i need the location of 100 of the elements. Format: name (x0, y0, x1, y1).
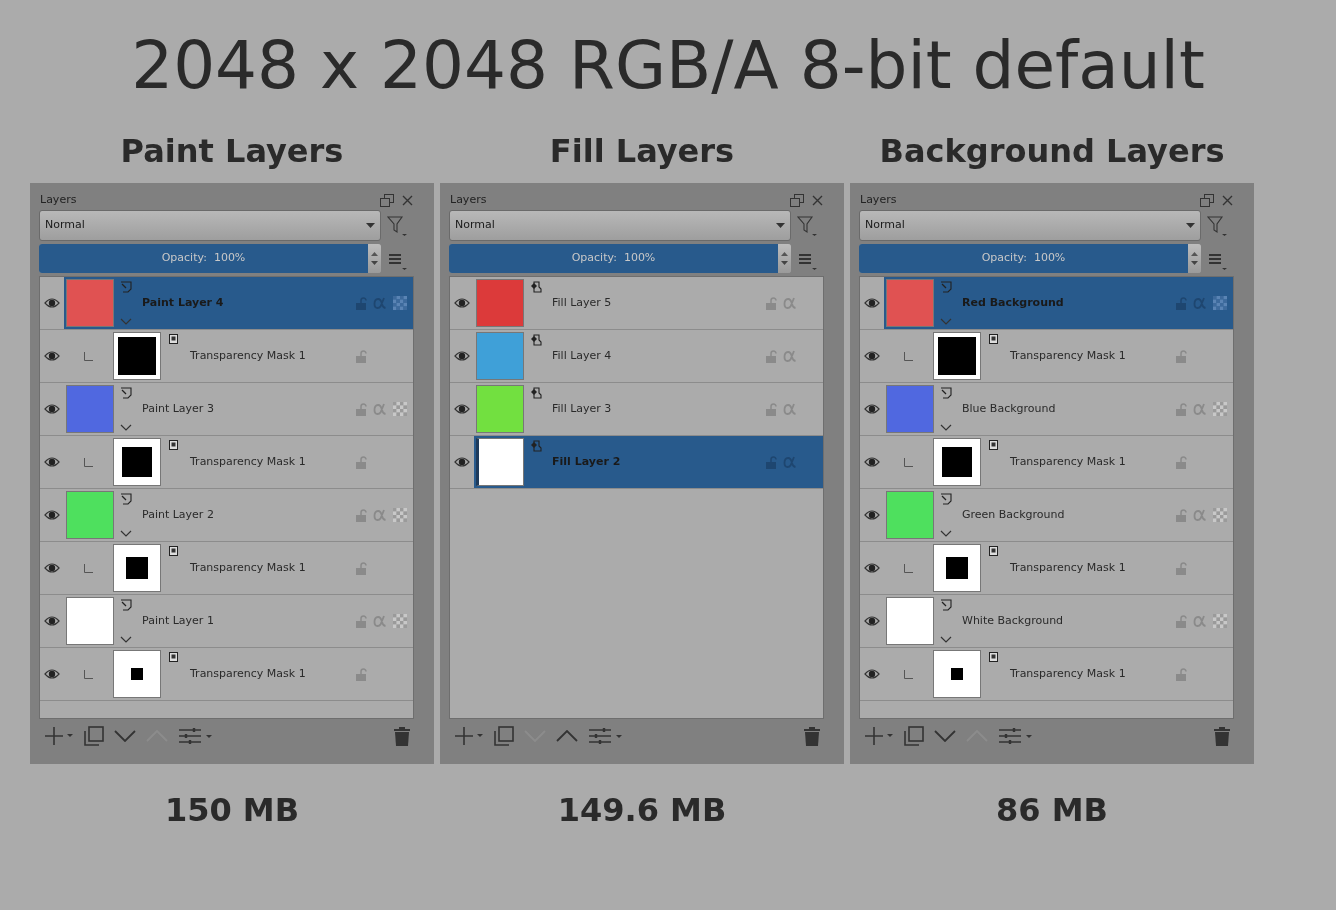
mask-icon (168, 652, 178, 662)
spin-down-icon[interactable] (371, 261, 378, 265)
float-icon[interactable] (380, 193, 394, 207)
mask-thumbnail (113, 544, 161, 592)
checkerboard-icon[interactable] (393, 402, 407, 416)
duplicate-icon[interactable] (904, 726, 924, 746)
layer-row[interactable]: Blue Background (860, 383, 1233, 436)
checkerboard-icon[interactable] (1213, 614, 1227, 628)
move-down-icon[interactable] (934, 730, 956, 742)
spin-up-icon[interactable] (1191, 252, 1198, 256)
layer-row[interactable]: Paint Layer 3 (40, 383, 413, 436)
properties-icon[interactable] (178, 727, 212, 745)
opacity-slider[interactable]: Opacity: 100% (449, 244, 791, 273)
layer-row[interactable]: Paint Layer 1 (40, 595, 413, 648)
trash-icon[interactable] (1213, 726, 1231, 746)
child-connector-icon (904, 563, 913, 573)
filter-icon[interactable] (1207, 214, 1227, 237)
eye-icon[interactable] (454, 350, 470, 362)
mask-row[interactable]: Transparency Mask 1 (40, 330, 413, 383)
close-icon[interactable] (402, 194, 413, 206)
spin-up-icon[interactable] (371, 252, 378, 256)
spin-down-icon[interactable] (781, 261, 788, 265)
mask-row[interactable]: Transparency Mask 1 (40, 542, 413, 595)
duplicate-icon[interactable] (84, 726, 104, 746)
close-icon[interactable] (1222, 194, 1233, 206)
mask-row[interactable]: Transparency Mask 1 (860, 542, 1233, 595)
trash-icon[interactable] (803, 726, 821, 746)
chevron-down-icon[interactable] (940, 530, 952, 537)
mask-icon (168, 440, 178, 450)
eye-icon[interactable] (44, 456, 60, 468)
close-icon[interactable] (812, 194, 823, 206)
eye-icon[interactable] (454, 297, 470, 309)
layer-row[interactable]: Paint Layer 2 (40, 489, 413, 542)
chevron-down-icon[interactable] (120, 636, 132, 643)
eye-icon[interactable] (44, 350, 60, 362)
layer-row[interactable]: Green Background (860, 489, 1233, 542)
properties-icon[interactable] (998, 727, 1032, 745)
eye-icon[interactable] (454, 403, 470, 415)
chevron-down-icon[interactable] (940, 424, 952, 431)
layer-row[interactable]: Fill Layer 3 (450, 383, 823, 436)
chevron-down-icon[interactable] (940, 636, 952, 643)
checkerboard-icon[interactable] (393, 508, 407, 522)
eye-icon[interactable] (44, 297, 60, 309)
add-icon[interactable] (864, 726, 894, 746)
eye-icon[interactable] (44, 509, 60, 521)
checkerboard-icon[interactable] (1213, 402, 1227, 416)
duplicate-icon[interactable] (494, 726, 514, 746)
eye-icon[interactable] (44, 615, 60, 627)
child-connector-icon (84, 457, 93, 467)
layer-row[interactable]: Fill Layer 5 (450, 277, 823, 330)
mask-row[interactable]: Transparency Mask 1 (40, 648, 413, 701)
spin-up-icon[interactable] (781, 252, 788, 256)
opacity-slider[interactable]: Opacity: 100% (859, 244, 1201, 273)
eye-icon[interactable] (864, 456, 880, 468)
mask-row[interactable]: Transparency Mask 1 (860, 436, 1233, 489)
chevron-down-icon[interactable] (120, 424, 132, 431)
opacity-slider[interactable]: Opacity: 100% (39, 244, 381, 273)
eye-icon[interactable] (864, 403, 880, 415)
layer-name: Paint Layer 3 (142, 400, 214, 417)
eye-icon[interactable] (864, 350, 880, 362)
filter-icon[interactable] (387, 214, 407, 237)
eye-icon[interactable] (864, 562, 880, 574)
mask-row[interactable]: Transparency Mask 1 (860, 648, 1233, 701)
layer-name: Transparency Mask 1 (1010, 347, 1126, 364)
layer-row[interactable]: Fill Layer 4 (450, 330, 823, 383)
spin-down-icon[interactable] (1191, 261, 1198, 265)
checkerboard-icon[interactable] (393, 614, 407, 628)
blend-mode-dropdown[interactable]: Normal (859, 210, 1201, 241)
eye-icon[interactable] (454, 456, 470, 468)
properties-icon[interactable] (588, 727, 622, 745)
eye-icon[interactable] (864, 668, 880, 680)
move-up-icon[interactable] (556, 730, 578, 742)
caret-icon (776, 223, 785, 228)
eye-icon[interactable] (864, 615, 880, 627)
chevron-down-icon[interactable] (120, 530, 132, 537)
mask-row[interactable]: Transparency Mask 1 (860, 330, 1233, 383)
add-icon[interactable] (44, 726, 74, 746)
mask-row[interactable]: Transparency Mask 1 (40, 436, 413, 489)
float-icon[interactable] (1200, 193, 1214, 207)
checkerboard-icon[interactable] (1213, 296, 1227, 310)
filter-icon[interactable] (797, 214, 817, 237)
move-down-icon[interactable] (114, 730, 136, 742)
layer-name: Green Background (962, 506, 1065, 523)
blend-mode-dropdown[interactable]: Normal (449, 210, 791, 241)
checkerboard-icon[interactable] (1213, 508, 1227, 522)
add-icon[interactable] (454, 726, 484, 746)
float-icon[interactable] (790, 193, 804, 207)
layer-name: Fill Layer 3 (552, 400, 612, 417)
eye-icon[interactable] (44, 668, 60, 680)
brush-page-icon (940, 281, 952, 293)
checkerboard-icon[interactable] (393, 296, 407, 310)
eye-icon[interactable] (44, 562, 60, 574)
layer-name: Fill Layer 4 (552, 347, 612, 364)
blend-mode-dropdown[interactable]: Normal (39, 210, 381, 241)
trash-icon[interactable] (393, 726, 411, 746)
layer-name: Fill Layer 5 (552, 294, 612, 311)
eye-icon[interactable] (44, 403, 60, 415)
layer-row[interactable]: White Background (860, 595, 1233, 648)
eye-icon[interactable] (864, 297, 880, 309)
eye-icon[interactable] (864, 509, 880, 521)
